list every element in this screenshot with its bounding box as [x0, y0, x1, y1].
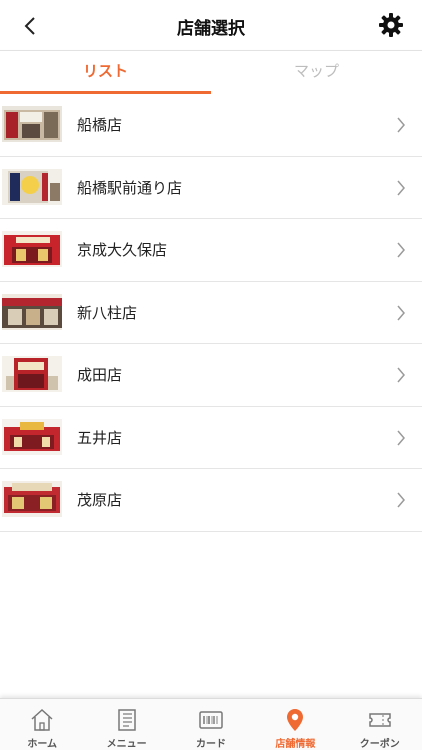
store-photo	[2, 231, 62, 267]
store-name: 茂原店	[77, 491, 123, 509]
page-title: 店舗選択	[177, 19, 245, 39]
store-list: 船橋店 船橋駅前通り店 京成大久保店 新八柱店 成田店 五井店 茂原店	[0, 94, 422, 532]
nav-card[interactable]: カード	[169, 699, 253, 750]
nav-label: クーポン	[359, 739, 400, 750]
nav-label: カード	[195, 739, 226, 750]
nav-label: 店舗情報	[275, 739, 316, 750]
bottom-tab-bar: ホーム メニュー カード 店舗情報 クーポン	[0, 698, 422, 750]
home-icon	[31, 708, 53, 731]
chevron-right-icon	[397, 430, 405, 445]
store-row[interactable]: 五井店	[0, 406, 422, 469]
nav-store-info[interactable]: 店舗情報	[253, 699, 337, 750]
nav-menu[interactable]: メニュー	[84, 699, 168, 750]
store-row[interactable]: 成田店	[0, 344, 422, 407]
store-photo	[2, 481, 62, 517]
store-name: 京成大久保店	[77, 241, 168, 259]
barcode-card-icon	[199, 711, 223, 729]
menu-book-icon	[117, 709, 136, 731]
settings-button[interactable]	[378, 12, 404, 38]
chevron-right-icon	[397, 367, 405, 383]
coupon-ticket-icon	[369, 713, 391, 727]
store-name: 船橋店	[77, 116, 123, 134]
store-name: 成田店	[77, 366, 123, 384]
store-photo	[2, 293, 62, 330]
chevron-right-icon	[397, 305, 405, 320]
chevron-right-icon	[397, 117, 405, 133]
gear-icon	[379, 13, 403, 37]
store-photo	[2, 418, 62, 455]
tab-map[interactable]: マップ	[211, 51, 422, 93]
chevron-right-icon	[397, 180, 405, 195]
store-name: 五井店	[77, 428, 123, 447]
store-name: 船橋駅前通り店	[77, 178, 183, 197]
store-row[interactable]: 京成大久保店	[0, 219, 422, 282]
store-row[interactable]: 茂原店	[0, 469, 422, 532]
nav-coupon[interactable]: クーポン	[338, 699, 422, 750]
nav-home[interactable]: ホーム	[0, 699, 84, 750]
store-row[interactable]: 船橋店	[0, 94, 422, 157]
segment-tabs: リスト マップ	[0, 50, 422, 94]
store-photo	[2, 356, 62, 392]
tab-list[interactable]: リスト	[0, 51, 211, 93]
store-name: 新八柱店	[77, 303, 138, 322]
nav-label: ホーム	[27, 739, 58, 750]
chevron-right-icon	[397, 492, 405, 508]
nav-label: メニュー	[106, 739, 147, 750]
header: 店舗選択	[0, 0, 422, 50]
store-row[interactable]: 新八柱店	[0, 281, 422, 344]
chevron-right-icon	[397, 242, 405, 258]
store-photo	[2, 168, 62, 205]
store-photo	[2, 106, 62, 142]
map-pin-icon	[287, 709, 304, 731]
store-row[interactable]: 船橋駅前通り店	[0, 156, 422, 219]
